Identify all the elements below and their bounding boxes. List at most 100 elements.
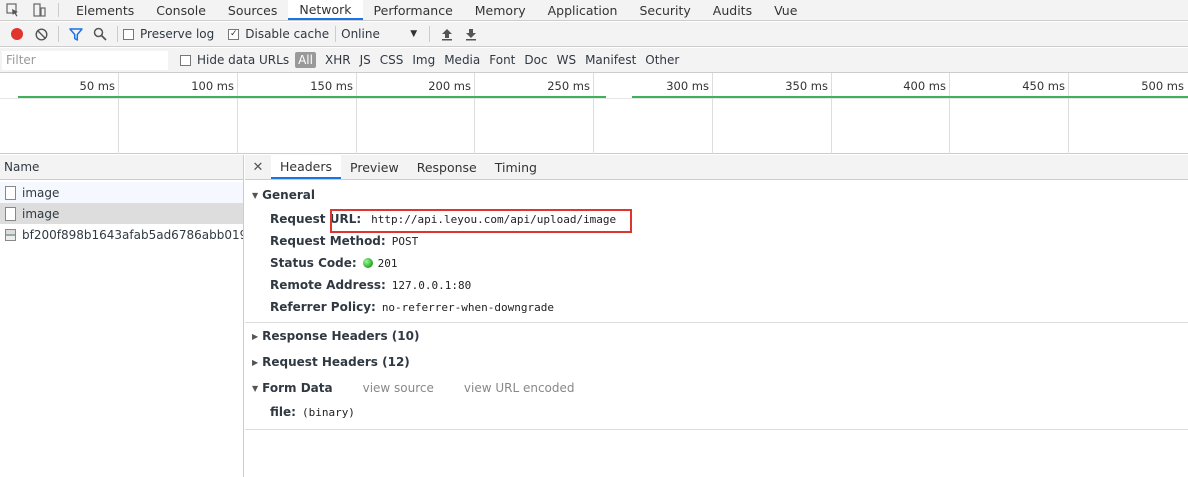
request-name: image	[22, 206, 60, 221]
timeline-grid-line	[1068, 73, 1069, 154]
request-list: Name image image bf200f898b1643afab5ad67…	[0, 155, 244, 477]
disable-cache-label: Disable cache	[245, 27, 330, 41]
hide-data-urls-label: Hide data URLs	[197, 53, 290, 67]
hide-data-urls-checkbox[interactable]: Hide data URLs	[180, 53, 289, 67]
inspect-element-icon[interactable]	[0, 0, 26, 20]
general-section-header[interactable]: ▼ General	[245, 182, 1188, 208]
timeline-request-bar	[18, 96, 606, 98]
timeline-grid-line	[237, 73, 238, 154]
form-data-section: ▼ Form Data view source view URL encoded…	[245, 375, 1188, 430]
timeline-tick-label: 100 ms	[191, 79, 234, 93]
tab-performance[interactable]: Performance	[363, 0, 464, 20]
request-details: ✕ Headers Preview Response Timing ▼ Gene…	[245, 155, 1188, 477]
tab-network[interactable]: Network	[288, 0, 363, 20]
preserve-log-checkbox[interactable]: Preserve log	[123, 27, 214, 41]
form-data-section-header[interactable]: ▼ Form Data view source view URL encoded	[245, 375, 1188, 401]
export-har-button[interactable]	[459, 23, 483, 45]
request-name: image	[22, 185, 60, 200]
filter-icon	[69, 27, 83, 41]
throttling-select[interactable]: Online ▼	[341, 27, 417, 41]
tab-headers[interactable]: Headers	[271, 155, 342, 179]
type-filter-other[interactable]: Other	[645, 53, 679, 67]
detail-tab-bar: ✕ Headers Preview Response Timing	[245, 155, 1188, 180]
record-button[interactable]	[5, 23, 29, 45]
tab-timing[interactable]: Timing	[486, 155, 546, 179]
type-filter-js[interactable]: JS	[360, 53, 371, 67]
timeline-overview[interactable]: 50 ms 100 ms 150 ms 200 ms 250 ms 300 ms…	[0, 73, 1188, 154]
tab-memory[interactable]: Memory	[464, 0, 537, 20]
timeline-grid-line	[593, 73, 594, 154]
url-highlight-box	[330, 209, 632, 233]
filter-bar: Hide data URLs All XHR JS CSS Img Media …	[0, 48, 1188, 73]
import-har-button[interactable]	[435, 23, 459, 45]
request-row[interactable]: bf200f898b1643afab5ad6786abb019b.j...	[0, 224, 243, 245]
timeline-grid-line	[356, 73, 357, 154]
tab-elements[interactable]: Elements	[65, 0, 145, 20]
remote-address-value: 127.0.0.1:80	[391, 278, 472, 292]
view-url-encoded-link[interactable]: view URL encoded	[464, 381, 575, 395]
disable-cache-checkbox[interactable]: ✓ Disable cache	[228, 27, 329, 41]
filter-input[interactable]	[2, 50, 168, 70]
request-row-selected[interactable]: image	[0, 203, 243, 224]
download-icon	[466, 28, 477, 40]
type-filter-css[interactable]: CSS	[380, 53, 404, 67]
tab-vue[interactable]: Vue	[763, 0, 808, 20]
type-filter-font[interactable]: Font	[489, 53, 515, 67]
devtools-tab-bar: Elements Console Sources Network Perform…	[0, 0, 1188, 21]
remote-address-row: Remote Address: 127.0.0.1:80	[245, 274, 1188, 296]
timeline-grid-line	[118, 73, 119, 154]
triangle-down-icon: ▼	[252, 190, 259, 200]
tab-security[interactable]: Security	[628, 0, 701, 20]
toolbar-separator	[117, 26, 118, 42]
clear-button[interactable]	[29, 23, 53, 45]
timeline-tick-label: 400 ms	[903, 79, 946, 93]
filter-toggle-button[interactable]	[64, 23, 88, 45]
form-data-key: file:	[270, 405, 296, 419]
view-source-link[interactable]: view source	[363, 381, 434, 395]
search-icon	[93, 27, 107, 41]
request-headers-title: Request Headers (12)	[262, 355, 410, 369]
status-code-label: Status Code:	[270, 256, 357, 270]
timeline-tick-label: 250 ms	[547, 79, 590, 93]
form-data-value: (binary)	[301, 405, 355, 419]
upload-icon	[442, 28, 453, 40]
request-method-value: POST	[391, 234, 419, 248]
close-icon[interactable]: ✕	[245, 155, 271, 179]
file-icon	[5, 185, 16, 200]
clear-icon	[34, 27, 48, 41]
type-filter-manifest[interactable]: Manifest	[585, 53, 636, 67]
timeline-grid-line	[712, 73, 713, 154]
response-headers-section-header[interactable]: ▶ Response Headers (10)	[245, 323, 1188, 349]
device-toolbar-icon[interactable]	[26, 0, 52, 20]
tab-console[interactable]: Console	[145, 0, 217, 20]
request-row[interactable]: image	[0, 182, 243, 203]
timeline-grid-line	[949, 73, 950, 154]
triangle-right-icon: ▶	[252, 357, 259, 367]
name-column-label: Name	[4, 160, 40, 174]
name-column-header[interactable]: Name	[0, 155, 243, 180]
tab-audits[interactable]: Audits	[702, 0, 763, 20]
general-section: ▼ General Request URL: http://api.leyou.…	[245, 182, 1188, 323]
image-file-icon	[5, 228, 16, 241]
type-filter-doc[interactable]: Doc	[524, 53, 547, 67]
timeline-tick-label: 150 ms	[310, 79, 353, 93]
type-filter-xhr[interactable]: XHR	[325, 53, 351, 67]
triangle-right-icon: ▶	[252, 331, 259, 341]
timeline-tick-label: 450 ms	[1022, 79, 1065, 93]
tab-sources[interactable]: Sources	[217, 0, 288, 20]
search-button[interactable]	[88, 23, 112, 45]
type-filter-ws[interactable]: WS	[557, 53, 576, 67]
checkbox-box	[180, 54, 191, 66]
type-filter-media[interactable]: Media	[444, 53, 480, 67]
form-data-title: Form Data	[262, 381, 333, 395]
request-headers-section-header[interactable]: ▶ Request Headers (12)	[245, 349, 1188, 375]
request-method-label: Request Method:	[270, 234, 386, 248]
type-filter-all[interactable]: All	[295, 52, 316, 68]
tab-application[interactable]: Application	[537, 0, 629, 20]
request-method-row: Request Method: POST	[245, 230, 1188, 252]
toolbar-separator	[58, 26, 59, 42]
timeline-grid-line	[831, 73, 832, 154]
type-filter-img[interactable]: Img	[412, 53, 435, 67]
tab-response[interactable]: Response	[408, 155, 486, 179]
tab-preview[interactable]: Preview	[341, 155, 408, 179]
